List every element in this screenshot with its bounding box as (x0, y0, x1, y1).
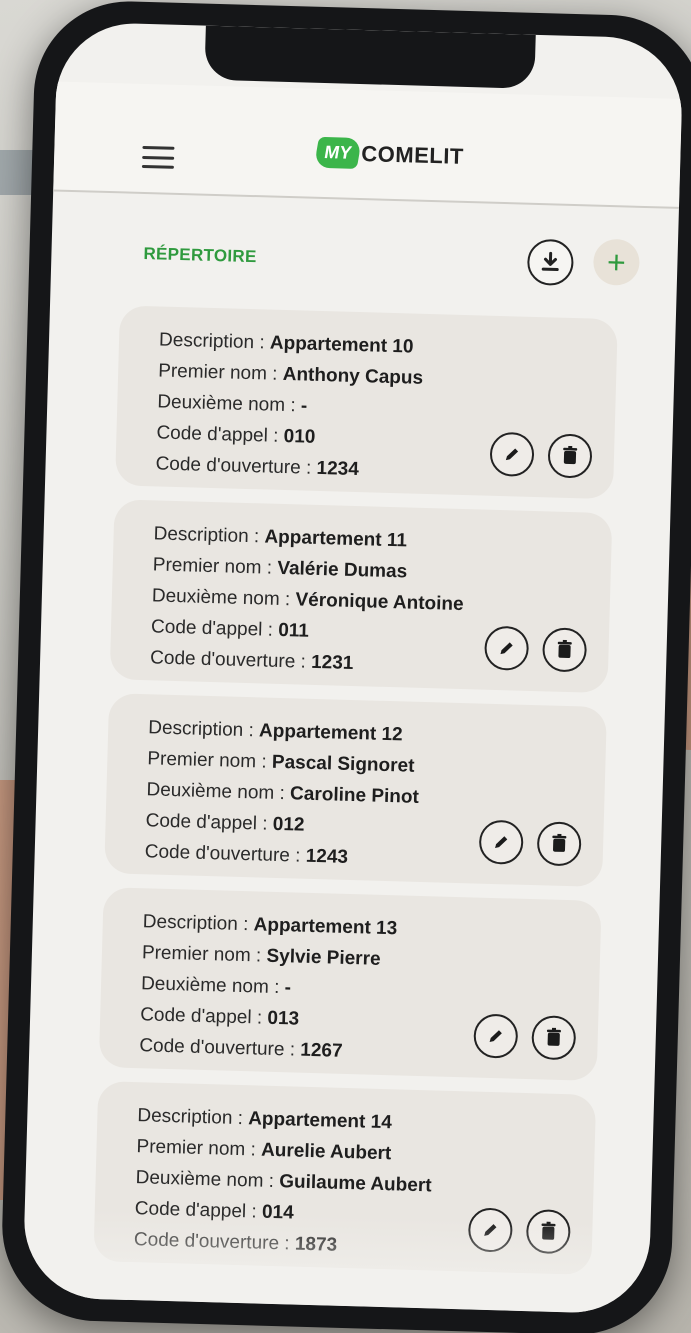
phone-screen: MY COMELIT RÉPERTOIRE + Description : Ap… (22, 21, 684, 1315)
directory-list: Description : Appartement 10 Premier nom… (93, 305, 618, 1275)
open-code-value: 1231 (310, 651, 354, 675)
second-name-label: Deuxième nom : (140, 973, 285, 999)
trash-icon (546, 1027, 561, 1046)
pencil-icon (495, 836, 508, 849)
card-actions (484, 625, 588, 673)
add-entry-button[interactable]: + (592, 238, 641, 286)
description-label: Description : (137, 1105, 249, 1130)
first-name-label: Premier nom : (136, 1136, 262, 1161)
second-name-value: - (300, 395, 308, 417)
call-code-label: Code d'appel : (139, 1004, 268, 1029)
call-code-value: 013 (267, 1007, 300, 1030)
second-name-label: Deuxième nom : (151, 585, 296, 611)
first-name-label: Premier nom : (141, 942, 267, 967)
edit-button[interactable] (489, 431, 535, 477)
first-name-label: Premier nom : (157, 360, 284, 385)
second-name-value: - (284, 977, 292, 999)
open-code-value: 1234 (316, 457, 360, 481)
second-name-label: Deuxième nom : (135, 1167, 280, 1193)
edit-button[interactable] (484, 625, 530, 671)
first-name-value: Pascal Signoret (271, 751, 415, 777)
description-label: Description : (158, 329, 271, 354)
description-value: Appartement 12 (258, 720, 403, 746)
delete-button[interactable] (531, 1015, 577, 1061)
description-value: Appartement 13 (253, 914, 398, 940)
first-name-value: Anthony Capus (282, 363, 424, 389)
first-name-label: Premier nom : (147, 748, 273, 773)
card-actions (473, 1013, 577, 1061)
trash-icon (563, 445, 578, 465)
app-header: MY COMELIT (53, 81, 683, 209)
open-code-label: Code d'ouverture : (144, 841, 307, 867)
pencil-icon (489, 1030, 502, 1042)
brand-logo: MY COMELIT (313, 136, 465, 172)
screen-fade (22, 1207, 651, 1315)
second-name-value: Guilaume Aubert (278, 1171, 432, 1197)
open-code-label: Code d'ouverture : (149, 647, 312, 673)
open-code-value: 1243 (305, 845, 349, 868)
download-button[interactable] (526, 238, 575, 286)
second-name-value: Caroline Pinot (289, 783, 420, 808)
first-name-value: Aurelie Aubert (260, 1139, 392, 1165)
card-actions (478, 819, 582, 867)
list-item: Description : Appartement 10 Premier nom… (115, 305, 618, 500)
call-code-value: 012 (272, 813, 305, 836)
call-code-label: Code d'appel : (150, 616, 279, 641)
trash-icon (557, 639, 572, 659)
pencil-icon (505, 448, 519, 461)
first-name-label: Premier nom : (152, 554, 278, 579)
hamburger-icon[interactable] (141, 145, 175, 169)
trash-icon (552, 833, 567, 852)
list-item: Description : Appartement 13 Premier nom… (98, 887, 602, 1081)
download-icon (541, 251, 559, 272)
delete-button[interactable] (536, 821, 582, 867)
delete-button[interactable] (547, 433, 593, 479)
description-label: Description : (142, 911, 254, 936)
call-code-label: Code d'appel : (156, 422, 284, 447)
list-item: Description : Appartement 11 Premier nom… (109, 499, 613, 694)
second-name-label: Deuxième nom : (157, 391, 302, 417)
call-code-value: 011 (277, 619, 310, 642)
second-name-value: Véronique Antoine (295, 589, 464, 616)
logo-text: COMELIT (361, 140, 465, 169)
open-code-label: Code d'ouverture : (155, 453, 317, 479)
section-bar: RÉPERTOIRE + (51, 211, 679, 298)
page-title: RÉPERTOIRE (143, 243, 257, 267)
description-value: Appartement 14 (247, 1108, 393, 1134)
open-code-value: 1267 (300, 1039, 343, 1062)
card-actions (489, 431, 593, 479)
list-item: Description : Appartement 12 Premier nom… (104, 693, 608, 888)
call-code-label: Code d'appel : (145, 810, 274, 835)
edit-button[interactable] (473, 1013, 519, 1059)
phone-frame: MY COMELIT RÉPERTOIRE + Description : Ap… (0, 0, 691, 1333)
description-label: Description : (153, 523, 265, 548)
description-value: Appartement 10 (269, 332, 414, 358)
first-name-value: Sylvie Pierre (266, 945, 381, 970)
edit-button[interactable] (478, 819, 524, 865)
phone-notch (204, 25, 536, 89)
open-code-label: Code d'ouverture : (139, 1035, 301, 1061)
description-label: Description : (147, 717, 260, 742)
first-name-value: Valérie Dumas (277, 557, 408, 583)
second-name-label: Deuxième nom : (146, 779, 291, 805)
description-value: Appartement 11 (264, 526, 408, 552)
call-code-value: 010 (283, 425, 316, 448)
delete-button[interactable] (541, 627, 588, 673)
pencil-icon (500, 642, 513, 655)
logo-badge: MY (313, 136, 362, 169)
